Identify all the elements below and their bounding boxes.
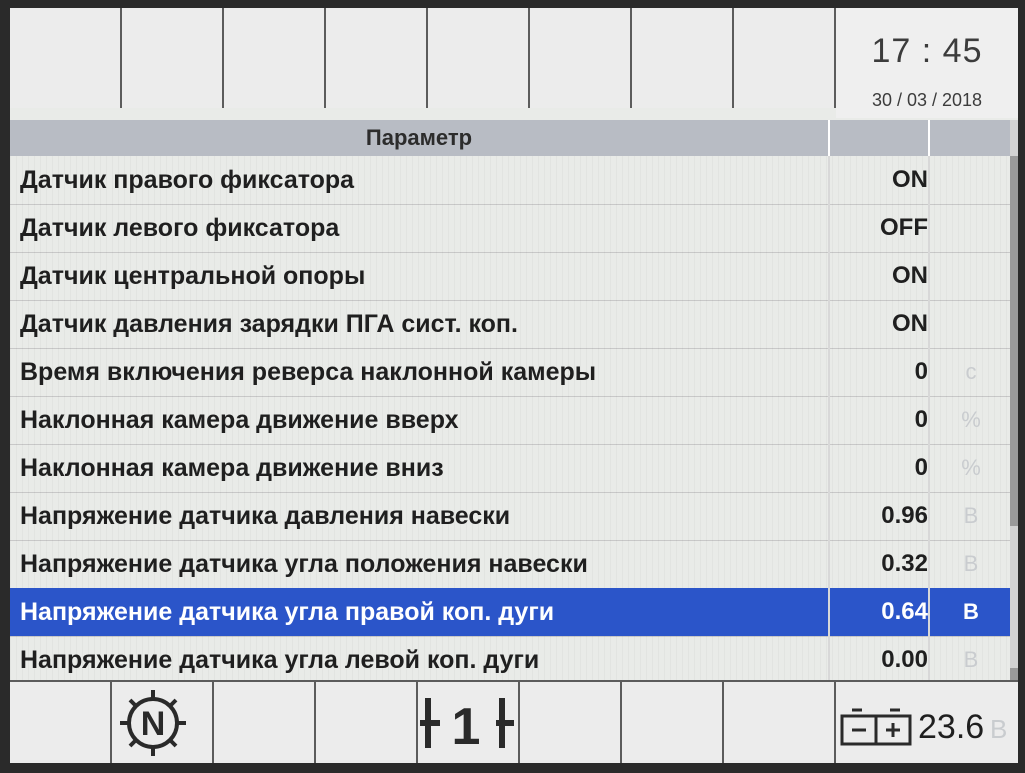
row-value: ON bbox=[828, 252, 928, 300]
row-unit: В bbox=[928, 588, 1012, 636]
table-row[interactable]: Наклонная камера движение вверх 0 % bbox=[10, 396, 1010, 445]
row-label: Напряжение датчика давления навески bbox=[20, 502, 511, 530]
row-value: 0 bbox=[828, 396, 928, 444]
bottom-status-bar: N 1 23.6 В bbox=[10, 680, 1018, 763]
column-header-parameter: Параметр bbox=[365, 125, 473, 150]
battery-unit: В bbox=[990, 714, 1008, 744]
range-text: 1 bbox=[452, 698, 481, 754]
table-row-selected[interactable]: Напряжение датчика угла правой коп. дуги… bbox=[10, 588, 1010, 637]
table-row[interactable]: Напряжение датчика угла левой коп. дуги … bbox=[10, 636, 1010, 685]
row-value: OFF bbox=[828, 204, 928, 252]
row-unit bbox=[928, 204, 1012, 252]
bottom-slot-3[interactable] bbox=[214, 682, 316, 763]
neutral-gear-icon: N bbox=[120, 690, 186, 756]
table-row[interactable]: Напряжение датчика давления навески 0.96… bbox=[10, 492, 1010, 541]
row-label: Датчик правого фиксатора bbox=[20, 166, 355, 194]
row-value: 0.32 bbox=[828, 540, 928, 588]
row-unit: В bbox=[928, 492, 1012, 540]
row-label: Напряжение датчика угла левой коп. дуги bbox=[20, 646, 540, 674]
row-unit: В bbox=[928, 636, 1012, 684]
top-slot-3[interactable] bbox=[224, 8, 326, 108]
column-header-value bbox=[828, 120, 930, 156]
top-slot-7[interactable] bbox=[632, 8, 734, 108]
clock-time: 17 : 45 bbox=[871, 32, 983, 70]
top-status-bar: 17 : 45 30 / 03 / 2018 bbox=[10, 8, 1018, 118]
top-slot-6[interactable] bbox=[530, 8, 632, 108]
bottom-slot-7[interactable] bbox=[622, 682, 724, 763]
table-row[interactable]: Датчик центральной опоры ON bbox=[10, 252, 1010, 301]
scrollbar-thumb[interactable] bbox=[1010, 156, 1018, 526]
column-header-unit bbox=[928, 120, 1012, 156]
bottom-slot-6[interactable] bbox=[520, 682, 622, 763]
row-value: 0 bbox=[828, 444, 928, 492]
top-slot-8[interactable] bbox=[734, 8, 836, 108]
clock-date: 30 / 03 / 2018 bbox=[871, 90, 983, 110]
bottom-slot-4[interactable] bbox=[316, 682, 418, 763]
row-label: Датчик центральной опоры bbox=[20, 262, 366, 290]
row-value: 0 bbox=[828, 348, 928, 396]
row-label: Датчик левого фиксатора bbox=[20, 214, 340, 242]
transmission-range-icon: 1 bbox=[420, 698, 514, 754]
row-unit bbox=[928, 156, 1012, 204]
row-label: Напряжение датчика угла правой коп. дуги bbox=[20, 598, 555, 626]
row-value: 0.64 bbox=[828, 588, 928, 636]
row-unit: % bbox=[928, 396, 1012, 444]
row-label: Время включения реверса наклонной камеры bbox=[20, 358, 597, 386]
gear-mode-text: N bbox=[141, 705, 166, 743]
table-row[interactable]: Датчик правого фиксатора ON bbox=[10, 156, 1010, 205]
row-label: Наклонная камера движение вверх bbox=[20, 406, 459, 434]
row-label: Напряжение датчика угла положения навеск… bbox=[20, 550, 588, 578]
row-unit: % bbox=[928, 444, 1012, 492]
row-value: ON bbox=[828, 300, 928, 348]
row-unit: с bbox=[928, 348, 1012, 396]
row-label: Наклонная камера движение вниз bbox=[20, 454, 444, 482]
table-row[interactable]: Датчик левого фиксатора OFF bbox=[10, 204, 1010, 253]
table-header: Параметр bbox=[10, 120, 1010, 156]
display-screen: 17 : 45 30 / 03 / 2018 Параметр Датчик п… bbox=[10, 8, 1018, 763]
row-label: Датчик давления зарядки ПГА сист. коп. bbox=[20, 310, 518, 338]
row-value: 0.00 bbox=[828, 636, 928, 684]
bottom-slot-1[interactable] bbox=[10, 682, 112, 763]
battery-icon bbox=[840, 708, 912, 746]
row-unit: В bbox=[928, 540, 1012, 588]
table-scrollbar[interactable] bbox=[1010, 120, 1018, 680]
battery-voltage: 23.6 bbox=[918, 708, 985, 746]
battery-indicator: 23.6 В bbox=[838, 702, 1018, 752]
row-unit bbox=[928, 252, 1012, 300]
top-slot-1[interactable] bbox=[10, 8, 122, 108]
clock: 17 : 45 30 / 03 / 2018 bbox=[836, 8, 1018, 118]
scroll-down-arrow-icon[interactable] bbox=[1010, 668, 1018, 680]
top-slot-4[interactable] bbox=[326, 8, 428, 108]
table-row[interactable]: Время включения реверса наклонной камеры… bbox=[10, 348, 1010, 397]
table-row[interactable]: Датчик давления зарядки ПГА сист. коп. O… bbox=[10, 300, 1010, 349]
bottom-slot-8[interactable] bbox=[724, 682, 836, 763]
table-row[interactable]: Напряжение датчика угла положения навеск… bbox=[10, 540, 1010, 589]
table-row[interactable]: Наклонная камера движение вниз 0 % bbox=[10, 444, 1010, 493]
top-slot-2[interactable] bbox=[122, 8, 224, 108]
row-unit bbox=[928, 300, 1012, 348]
row-value: ON bbox=[828, 156, 928, 204]
row-value: 0.96 bbox=[828, 492, 928, 540]
top-slot-5[interactable] bbox=[428, 8, 530, 108]
